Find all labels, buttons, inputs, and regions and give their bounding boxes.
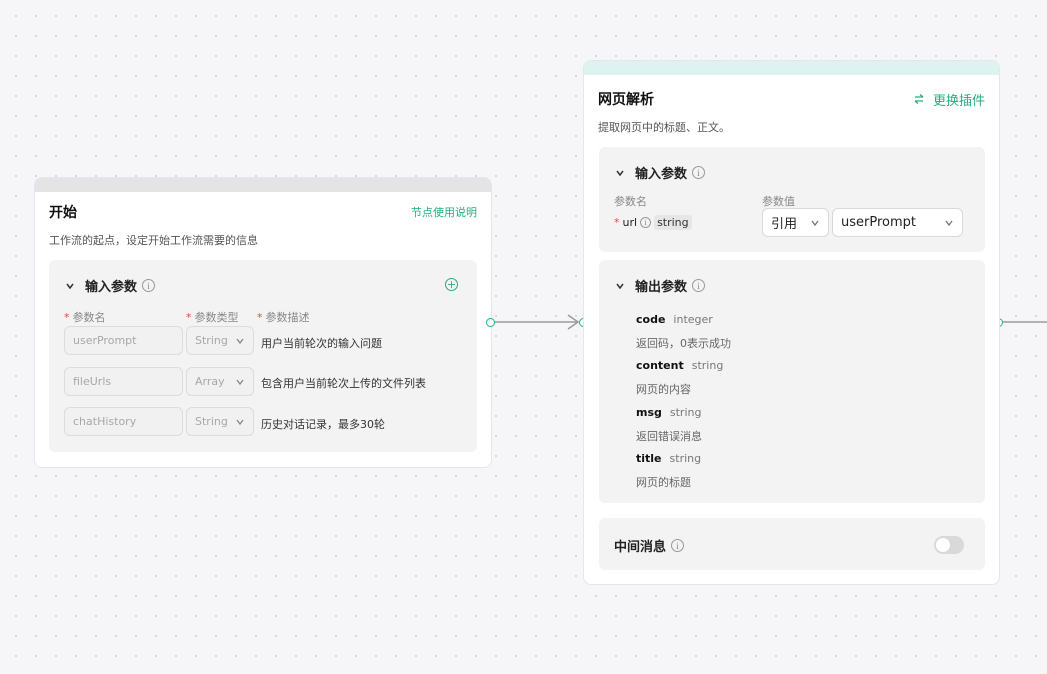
url-param-label: * url i string	[614, 215, 692, 230]
output-item: msg string 返回错误消息	[636, 406, 702, 443]
param-desc: 用户当前轮次的输入问题	[261, 337, 382, 350]
start-input-panel: 输入参数 i + * 参数名 * 参数类型 * 参数描述 userPrompt Str…	[49, 260, 477, 452]
col-param-name: 参数名	[72, 311, 106, 324]
param-name: url	[622, 216, 638, 229]
node-help-link[interactable]: 节点使用说明	[411, 204, 477, 220]
param-desc: 历史对话记录，最多30轮	[261, 418, 385, 431]
start-node-description: 工作流的起点，设定开始工作流需要的信息	[49, 234, 258, 247]
start-input-title: 输入参数	[85, 280, 138, 295]
param-desc: 包含用户当前轮次上传的文件列表	[261, 377, 426, 390]
info-icon: i	[640, 217, 652, 228]
info-icon[interactable]: i	[692, 279, 706, 292]
output-item: content string 网页的内容	[636, 359, 724, 396]
chevron-down-icon[interactable]	[63, 279, 77, 293]
start-output-handle[interactable]	[486, 318, 495, 327]
col-param-value: 参数值	[762, 195, 795, 208]
start-node-title: 开始	[49, 205, 77, 221]
output-item: code integer 返回码，0表示成功	[636, 313, 731, 350]
add-param-icon[interactable]: +	[445, 278, 458, 291]
param-name-input[interactable]: chatHistory	[64, 407, 183, 436]
param-type-chip: string	[654, 215, 692, 230]
value-mode-select[interactable]: 引用	[762, 208, 829, 237]
col-param-desc: 参数描述	[265, 311, 310, 324]
chevron-down-icon	[945, 220, 953, 226]
replace-plugin-button[interactable]: 更换插件	[913, 90, 985, 109]
start-node-header-bar	[35, 178, 491, 192]
web-node-title: 网页解析	[598, 92, 654, 108]
output-item: title string 网页的标题	[636, 452, 702, 489]
required-mark: *	[614, 216, 620, 229]
web-node-header-bar	[584, 61, 999, 75]
col-param-type: 参数类型	[194, 311, 239, 324]
info-icon[interactable]: i	[142, 279, 156, 292]
workflow-canvas[interactable]: 开始 节点使用说明 工作流的起点，设定开始工作流需要的信息 输入参数 i + *…	[0, 0, 1047, 674]
web-parse-node[interactable]: 网页解析 更换插件 提取网页中的标题、正文。 输入参数 i 参数名 参数值 * …	[583, 60, 1000, 585]
value-reference-select[interactable]: userPrompt	[832, 208, 963, 237]
required-mark: *	[64, 311, 70, 324]
col-param-name: 参数名	[614, 195, 647, 208]
middle-message-panel: 中间消息 i	[599, 518, 985, 570]
param-type-select[interactable]: String	[186, 407, 254, 436]
chevron-down-icon[interactable]	[613, 279, 627, 293]
param-name-input[interactable]: fileUrls	[64, 367, 183, 396]
web-output-panel: 输出参数 i code integer 返回码，0表示成功 content stri…	[599, 260, 985, 503]
param-name-input[interactable]: userPrompt	[64, 326, 183, 355]
web-input-title: 输入参数	[635, 167, 688, 182]
middle-message-toggle[interactable]	[934, 536, 964, 554]
chevron-down-icon	[236, 379, 244, 385]
param-type-select[interactable]: Array	[186, 367, 254, 396]
chevron-down-icon	[811, 220, 819, 226]
start-node[interactable]: 开始 节点使用说明 工作流的起点，设定开始工作流需要的信息 输入参数 i + *…	[34, 177, 492, 468]
edge-arrow-head	[567, 314, 580, 330]
required-mark: *	[186, 311, 192, 324]
web-input-panel: 输入参数 i 参数名 参数值 * url i string 引用 userPro…	[599, 147, 985, 252]
chevron-down-icon	[236, 338, 244, 344]
web-output-title: 输出参数	[635, 280, 688, 295]
param-type-select[interactable]: String	[186, 326, 254, 355]
swap-icon	[914, 94, 924, 104]
chevron-down-icon	[236, 419, 244, 425]
info-icon[interactable]: i	[671, 539, 685, 552]
required-mark: *	[257, 311, 263, 324]
middle-message-title: 中间消息	[614, 540, 667, 555]
chevron-down-icon[interactable]	[613, 166, 627, 180]
web-node-description: 提取网页中的标题、正文。	[598, 121, 730, 134]
info-icon[interactable]: i	[692, 166, 706, 179]
